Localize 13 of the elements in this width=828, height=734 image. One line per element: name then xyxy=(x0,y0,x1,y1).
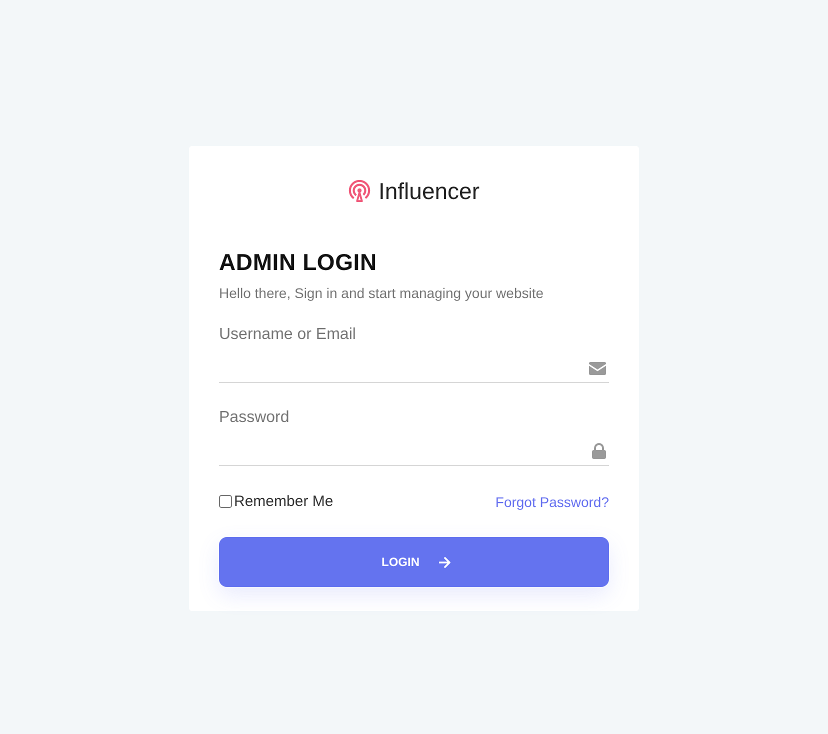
lock-icon xyxy=(592,443,606,459)
brand-name: Influencer xyxy=(378,178,480,205)
login-subtitle: Hello there, Sign in and start managing your website xyxy=(219,285,545,301)
envelope-icon xyxy=(589,362,606,374)
arrow-right-icon xyxy=(438,556,450,568)
field-label: Username or Email xyxy=(219,326,357,344)
login-button[interactable]: LOGIN xyxy=(219,537,609,587)
login-heading: ADMIN LOGIN xyxy=(219,249,378,276)
remember-checkbox[interactable] xyxy=(219,495,232,508)
broadcast-icon xyxy=(348,180,372,203)
field-label: Password xyxy=(219,409,290,427)
remember-label: Remember Me xyxy=(234,493,334,510)
forgot-password-link[interactable]: Forgot Password? xyxy=(495,494,609,510)
